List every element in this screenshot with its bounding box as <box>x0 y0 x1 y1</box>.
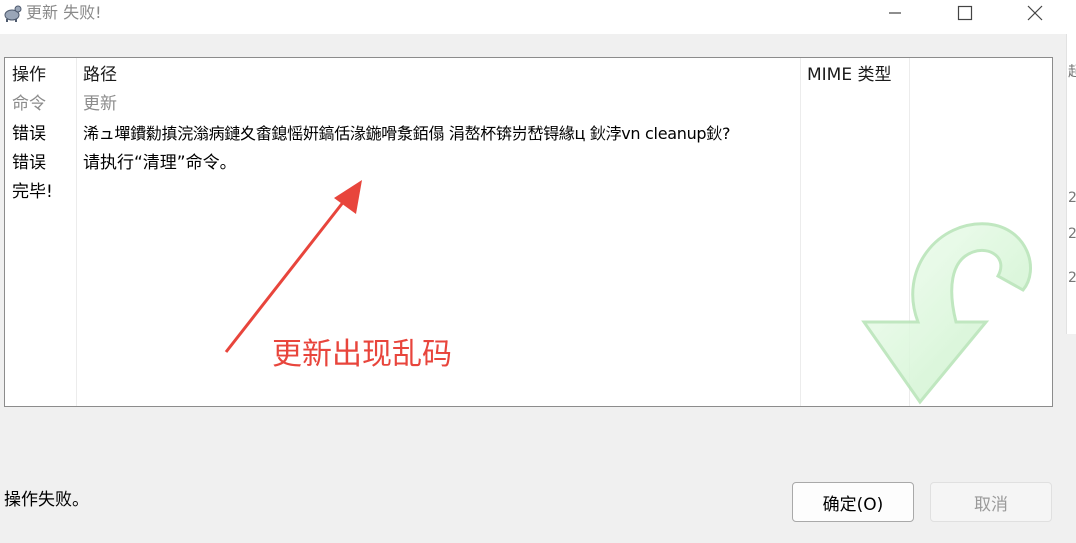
annotation-label: 更新出现乱码 <box>272 337 452 372</box>
column-divider <box>76 58 77 406</box>
tortoise-icon <box>4 5 22 22</box>
maximize-icon <box>957 5 973 21</box>
close-button[interactable] <box>1012 0 1058 26</box>
edge-glyph: 2 <box>1068 270 1076 286</box>
window-title: 更新 失败! <box>26 3 102 22</box>
row-path: 更新 <box>83 94 117 114</box>
row-path: 请执行“清理”命令。 <box>83 153 237 173</box>
close-icon <box>1027 5 1043 21</box>
minimize-icon <box>889 12 901 14</box>
title-bar: 更新 失败! <box>0 0 1076 34</box>
row-action: 完毕! <box>12 182 53 202</box>
row-path: 浠ュ墠鐨勬搷浣滃病鏈夊畬鎴愮姸鎬佸湪鍦嗗洜銆傝 涓嶅杯锛岃嵆锝緣ц 鈥浡vn c… <box>83 124 731 143</box>
status-message: 操作失败。 <box>4 490 89 510</box>
update-arrow-icon <box>861 222 1032 405</box>
column-header-mime[interactable]: MIME 类型 <box>807 65 892 85</box>
edge-glyph: 起 <box>1068 64 1076 80</box>
minimize-button[interactable] <box>872 0 918 26</box>
annotation-arrow-icon <box>224 180 362 353</box>
column-header-path[interactable]: 路径 <box>83 65 117 85</box>
maximize-button[interactable] <box>942 0 988 26</box>
ok-button[interactable]: 确定(O) <box>792 482 914 522</box>
edge-glyph: 2 <box>1068 190 1076 206</box>
row-action: 错误 <box>12 153 46 173</box>
edge-glyph: 2 <box>1068 226 1076 242</box>
row-action: 命令 <box>12 94 46 114</box>
row-action: 错误 <box>12 124 46 144</box>
column-header-action[interactable]: 操作 <box>12 65 46 85</box>
cancel-button[interactable]: 取消 <box>930 482 1052 522</box>
column-divider <box>800 58 801 406</box>
